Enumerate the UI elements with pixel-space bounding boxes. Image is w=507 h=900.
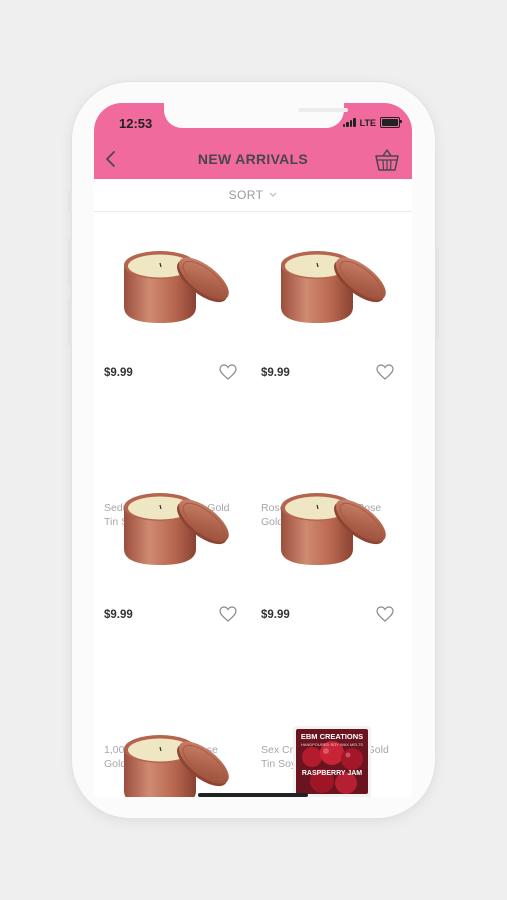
- basket-icon[interactable]: [373, 147, 401, 173]
- popup-product-name: RASPBERRY JAM: [301, 770, 363, 777]
- heart-icon[interactable]: [219, 364, 237, 380]
- product-image[interactable]: [94, 695, 239, 797]
- phone-volume-up: [68, 238, 72, 286]
- product-image[interactable]: [251, 453, 396, 593]
- status-time: 12:53: [119, 116, 153, 131]
- sort-label[interactable]: SORT: [229, 188, 264, 202]
- app-header: 12:53 LTE NEW ARRIVALS: [94, 103, 412, 179]
- phone-power-button: [435, 248, 439, 338]
- home-indicator[interactable]: [198, 793, 308, 797]
- popup-subtitle: HANDPOURED SOY WAX MELTS: [300, 742, 364, 747]
- app-screen: 12:53 LTE NEW ARRIVALS SORT $9.99 Gold T…: [94, 103, 412, 797]
- page-title: NEW ARRIVALS: [197, 151, 309, 167]
- product-popup-thumbnail[interactable]: EBM CREATIONS HANDPOURED SOY WAX MELTS R…: [293, 726, 371, 797]
- product-price: $9.99: [104, 367, 133, 379]
- product-price: $9.99: [104, 609, 133, 621]
- popup-image[interactable]: EBM CREATIONS HANDPOURED SOY WAX MELTS R…: [296, 729, 368, 794]
- battery-icon: [380, 117, 402, 128]
- product-price: $9.99: [261, 367, 290, 379]
- heart-icon[interactable]: [376, 364, 394, 380]
- chevron-down-icon[interactable]: [269, 192, 277, 198]
- heart-icon[interactable]: [219, 606, 237, 622]
- notch: [164, 103, 348, 128]
- heart-icon[interactable]: [376, 606, 394, 622]
- product-image[interactable]: [94, 211, 239, 351]
- popup-brand: EBM CREATIONS: [300, 732, 364, 741]
- product-image[interactable]: [251, 211, 396, 351]
- sort-bar[interactable]: SORT: [94, 179, 412, 212]
- product-image[interactable]: [94, 453, 239, 593]
- phone-volume-down: [68, 298, 72, 346]
- product-price: $9.99: [261, 609, 290, 621]
- signal-icon: [342, 118, 356, 127]
- network-label: LTE: [359, 117, 376, 128]
- phone-side-button: [68, 190, 72, 212]
- status-indicators: LTE: [342, 117, 402, 128]
- speaker: [298, 108, 348, 112]
